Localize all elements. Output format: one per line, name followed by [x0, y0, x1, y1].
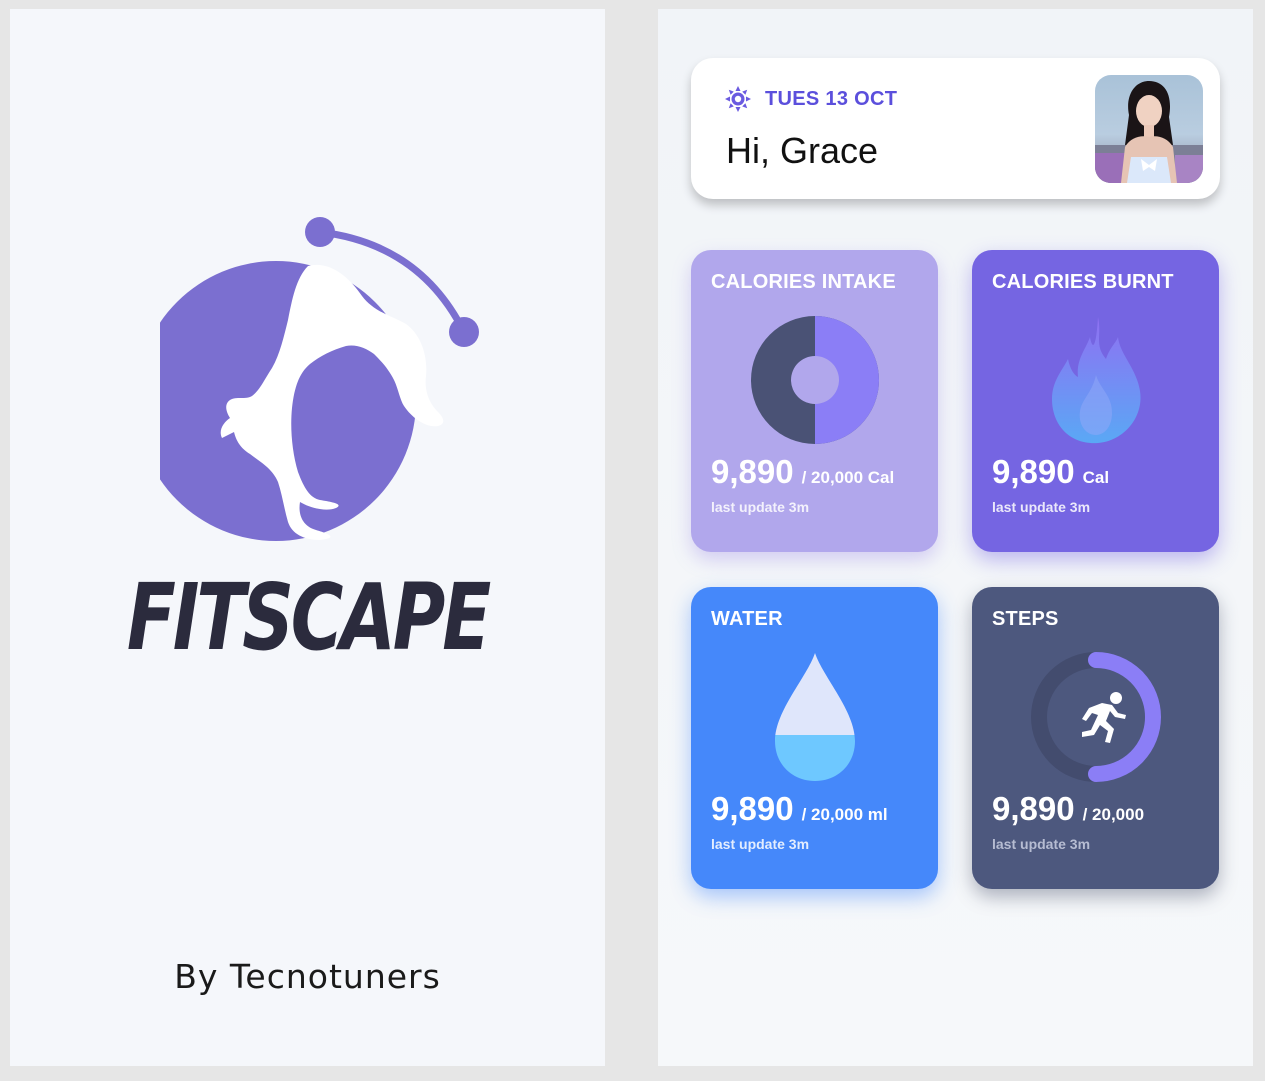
byline: By Tecnotuners: [174, 957, 441, 996]
donut-chart-icon: [750, 316, 879, 444]
card-title: STEPS: [992, 608, 1059, 630]
flame-icon: [1051, 317, 1141, 444]
card-value: 9,890: [992, 790, 1075, 827]
card-graphic: [691, 642, 938, 792]
date-label: TUES 13 OCT: [765, 87, 898, 110]
greeting-text: Hi, Grace: [726, 130, 879, 171]
avatar-photo-icon: [1095, 81, 1203, 183]
card-unit: Cal: [1082, 468, 1110, 487]
card-graphic: [691, 305, 938, 455]
brand-name: FITSCAPE: [126, 564, 491, 671]
card-value: 9,890: [992, 453, 1075, 490]
card-graphic: [972, 305, 1219, 455]
card-update: last update 3m: [711, 836, 810, 852]
card-value: 9,890: [711, 453, 794, 490]
card-value-row: 9,890 Cal: [992, 453, 1109, 491]
steps-progress-ring: [1030, 652, 1161, 782]
card-value-row: 9,890 / 20,000: [992, 790, 1144, 828]
card-value: 9,890: [711, 790, 794, 827]
card-unit: / 20,000 Cal: [801, 468, 895, 487]
splash-screen: FITSCAPE By Tecnotuners: [10, 9, 605, 1066]
steps-card[interactable]: STEPS 9,890 / 20,000 last update 3m: [972, 587, 1219, 889]
card-graphic: [972, 642, 1219, 792]
runner-icon: [1081, 692, 1126, 743]
dashboard-screen: TUES 13 OCT Hi, Grace CALORIES INTAKE 9,…: [658, 9, 1253, 1066]
card-unit: / 20,000 ml: [801, 805, 888, 824]
card-title: CALORIES INTAKE: [711, 271, 896, 293]
date-row: TUES 13 OCT: [725, 86, 897, 112]
card-update: last update 3m: [992, 499, 1091, 515]
water-drop-icon: [774, 653, 855, 781]
card-title: CALORIES BURNT: [992, 271, 1174, 293]
card-unit: / 20,000: [1082, 805, 1145, 824]
sun-icon: [725, 86, 751, 112]
calories-intake-card[interactable]: CALORIES INTAKE 9,890 / 20,000 Cal last …: [691, 250, 938, 552]
greeting-card: TUES 13 OCT Hi, Grace: [691, 58, 1220, 199]
card-update: last update 3m: [711, 499, 810, 515]
water-card[interactable]: WATER 9,890 / 20,000 ml last update 3m: [691, 587, 938, 889]
card-title: WATER: [711, 608, 783, 630]
card-update: last update 3m: [992, 836, 1091, 852]
calories-burnt-card[interactable]: CALORIES BURNT 9,890 Cal last update 3m: [972, 250, 1219, 552]
fitscape-logo-icon: [160, 217, 479, 541]
avatar[interactable]: [1095, 75, 1203, 183]
card-value-row: 9,890 / 20,000 Cal: [711, 453, 894, 491]
card-value-row: 9,890 / 20,000 ml: [711, 790, 888, 828]
